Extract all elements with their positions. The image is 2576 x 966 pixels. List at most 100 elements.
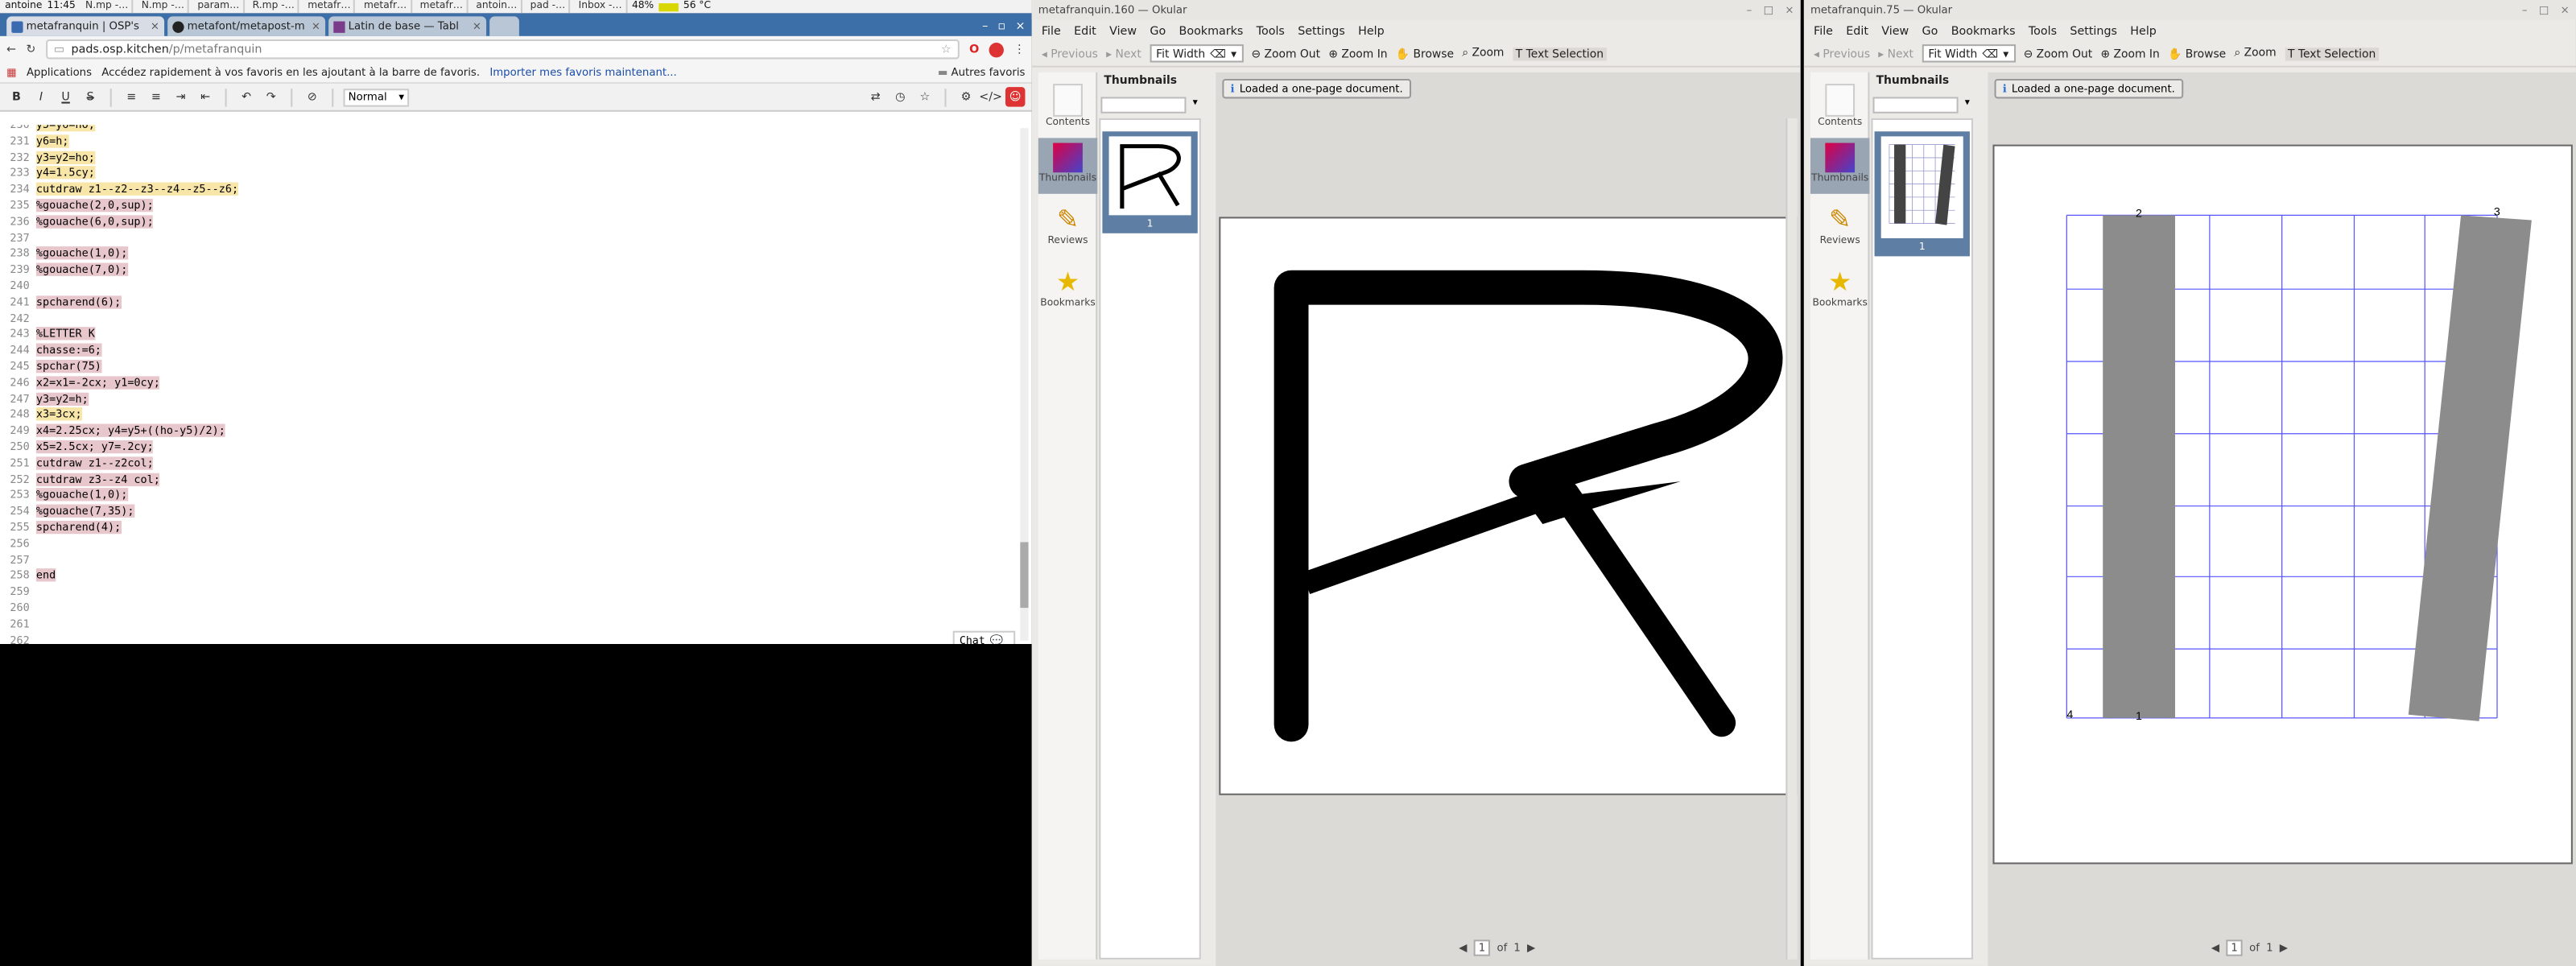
menu-icon[interactable]: ⋮ [1013, 43, 1025, 56]
taskbar-item[interactable]: Inbox -… [576, 0, 627, 14]
menu-tools[interactable]: Tools [2029, 24, 2057, 37]
import-bookmarks-link[interactable]: Importer mes favoris maintenant... [489, 66, 676, 79]
menu-help[interactable]: Help [2130, 24, 2157, 37]
code-line[interactable]: 248 x3=3cx; [0, 407, 82, 424]
minimize-icon[interactable]: – [2522, 3, 2528, 16]
browse-button[interactable]: ✋ Browse [1396, 47, 1454, 60]
code-line[interactable]: 261 [0, 617, 36, 634]
maximize-icon[interactable]: ▫ [998, 19, 1006, 32]
menu-tools[interactable]: Tools [1257, 24, 1285, 37]
close-tab-icon[interactable]: × [312, 19, 320, 32]
code-line[interactable]: 251 cutdraw z1--z2col; [0, 456, 154, 473]
close-icon[interactable]: × [1785, 3, 1794, 16]
zoom-mode-select[interactable]: Fit Width ⌫ ▾ [1150, 44, 1244, 63]
code-line[interactable]: 245 spchar(75) [0, 359, 101, 376]
embed-icon[interactable]: </> [979, 87, 1002, 106]
menu-file[interactable]: File [1814, 24, 1833, 37]
code-line[interactable]: 234 cutdraw z1--z2--z3--z4--z5--z6; [0, 182, 239, 199]
text-selection-button[interactable]: T Text Selection [1512, 47, 1608, 60]
nav-contents[interactable]: Contents [1038, 79, 1097, 134]
editor-scrollbar[interactable] [1020, 128, 1029, 641]
strikethrough-button[interactable]: S [80, 87, 100, 106]
redo-icon[interactable]: ↷ [261, 87, 280, 106]
browse-button[interactable]: ✋ Browse [2168, 47, 2226, 60]
browser-tab[interactable]: Latin de base — Tabl × [328, 16, 487, 36]
menu-go[interactable]: Go [1922, 24, 1938, 37]
next-button[interactable]: ▸ Next [1878, 47, 1913, 60]
zoom-out-button[interactable]: ⊖ Zoom Out [1251, 47, 1320, 60]
code-line[interactable]: 232 y3=y2=ho; [0, 150, 95, 167]
address-bar[interactable]: ▭ pads.osp.kitchen/p/metafranquin ☆ [45, 39, 960, 60]
next-page-icon[interactable]: ▶ [1527, 941, 1535, 954]
code-line[interactable]: 253 %gouache(1,0); [0, 488, 128, 505]
previous-page-icon[interactable]: ◀ [1459, 941, 1467, 954]
unordered-list-icon[interactable]: ≡ [147, 87, 166, 106]
menu-view[interactable]: View [1109, 24, 1137, 37]
zoom-in-button[interactable]: ⊕ Zoom In [1328, 47, 1387, 60]
code-line[interactable]: 249 x4=2.25cx; y4=y5+((ho-y5)/2); [0, 423, 225, 440]
nav-bookmarks[interactable]: ★ Bookmarks [1038, 263, 1097, 319]
code-line[interactable]: 236 %gouache(6,0,sup); [0, 214, 154, 231]
taskbar-item[interactable]: param… [194, 0, 245, 14]
code-line[interactable]: 258 end [0, 568, 56, 585]
apps-icon[interactable]: ▦ [6, 66, 17, 79]
zoom-tool-button[interactable]: ⌕ Zoom [1462, 46, 1504, 60]
timeslider-icon[interactable]: ◷ [890, 87, 910, 106]
code-line[interactable]: 257 [0, 553, 36, 569]
zoom-tool-button[interactable]: ⌕ Zoom [2234, 46, 2276, 60]
next-button[interactable]: ▸ Next [1106, 47, 1141, 60]
text-selection-button[interactable]: T Text Selection [2284, 47, 2380, 60]
code-line[interactable]: 241 spcharend(6); [0, 295, 122, 312]
search-options-icon[interactable]: ▾ [1193, 97, 1198, 108]
menu-bookmarks[interactable]: Bookmarks [1179, 24, 1244, 37]
taskbar-item[interactable]: metafr… [304, 0, 356, 14]
code-line[interactable]: 244 chasse:=6; [0, 343, 101, 360]
code-line[interactable]: 233 y4=1.5cy; [0, 166, 95, 183]
adblock-extension-icon[interactable] [989, 42, 1004, 57]
document-view[interactable]: ℹ Loaded a one-page document. 2 3 4 1 ◀ [1988, 72, 2576, 966]
nav-bookmarks[interactable]: ★ Bookmarks [1810, 263, 1869, 319]
code-line[interactable]: 256 [0, 537, 36, 553]
close-tab-icon[interactable]: × [473, 19, 481, 32]
nav-reviews[interactable]: ✎ Reviews [1038, 200, 1097, 256]
code-line[interactable]: 230 y5=y6=ho; [0, 125, 95, 134]
menu-go[interactable]: Go [1150, 24, 1166, 37]
code-line[interactable]: 242 [0, 312, 36, 328]
new-tab-button[interactable] [489, 16, 519, 36]
back-icon[interactable]: ← [6, 43, 16, 56]
ordered-list-icon[interactable]: ≡ [122, 87, 141, 106]
code-line[interactable]: 238 %gouache(1,0); [0, 246, 128, 263]
maximize-icon[interactable]: □ [2539, 3, 2549, 16]
taskbar-item[interactable]: R.mp -… [250, 0, 300, 14]
users-icon[interactable]: ☺ [1005, 87, 1026, 107]
zoom-in-button[interactable]: ⊕ Zoom In [2100, 47, 2159, 60]
import-export-icon[interactable]: ⇄ [866, 87, 886, 106]
code-line[interactable]: 237 [0, 231, 36, 247]
clear-authorship-icon[interactable]: ⊘ [303, 87, 322, 106]
menu-settings[interactable]: Settings [1298, 24, 1345, 37]
menu-edit[interactable]: Edit [1074, 24, 1096, 37]
code-line[interactable]: 252 cutdraw z3--z4 col; [0, 472, 160, 489]
underline-button[interactable]: U [56, 87, 75, 106]
code-line[interactable]: 255 spcharend(4); [0, 520, 122, 537]
code-line[interactable]: 243 %LETTER K [0, 327, 95, 344]
scrollbar-thumb[interactable] [1020, 542, 1029, 609]
taskbar-item[interactable]: pad -… [527, 0, 571, 14]
thumbnail-search-input[interactable] [1872, 97, 1959, 114]
close-icon[interactable]: × [1015, 19, 1025, 32]
taskbar-item[interactable]: N.mp -… [82, 0, 134, 14]
menu-bookmarks[interactable]: Bookmarks [1951, 24, 2016, 37]
zoom-out-button[interactable]: ⊖ Zoom Out [2024, 47, 2093, 60]
nav-thumbnails[interactable]: Thumbnails [1038, 138, 1098, 194]
indent-icon[interactable]: ⇥ [171, 87, 190, 106]
code-line[interactable]: 247 y3=y2=h; [0, 391, 89, 408]
nav-contents[interactable]: Contents [1810, 79, 1869, 134]
minimize-icon[interactable]: – [982, 19, 988, 32]
previous-button[interactable]: ◂ Previous [1814, 47, 1870, 60]
italic-button[interactable]: I [31, 87, 51, 106]
other-bookmarks-folder[interactable]: ▬ Autres favoris [938, 66, 1026, 79]
search-options-icon[interactable]: ▾ [1965, 97, 1970, 108]
page-number-input[interactable]: 1 [2226, 939, 2243, 956]
page-number-input[interactable]: 1 [1473, 939, 1491, 956]
bold-button[interactable]: B [6, 87, 26, 106]
